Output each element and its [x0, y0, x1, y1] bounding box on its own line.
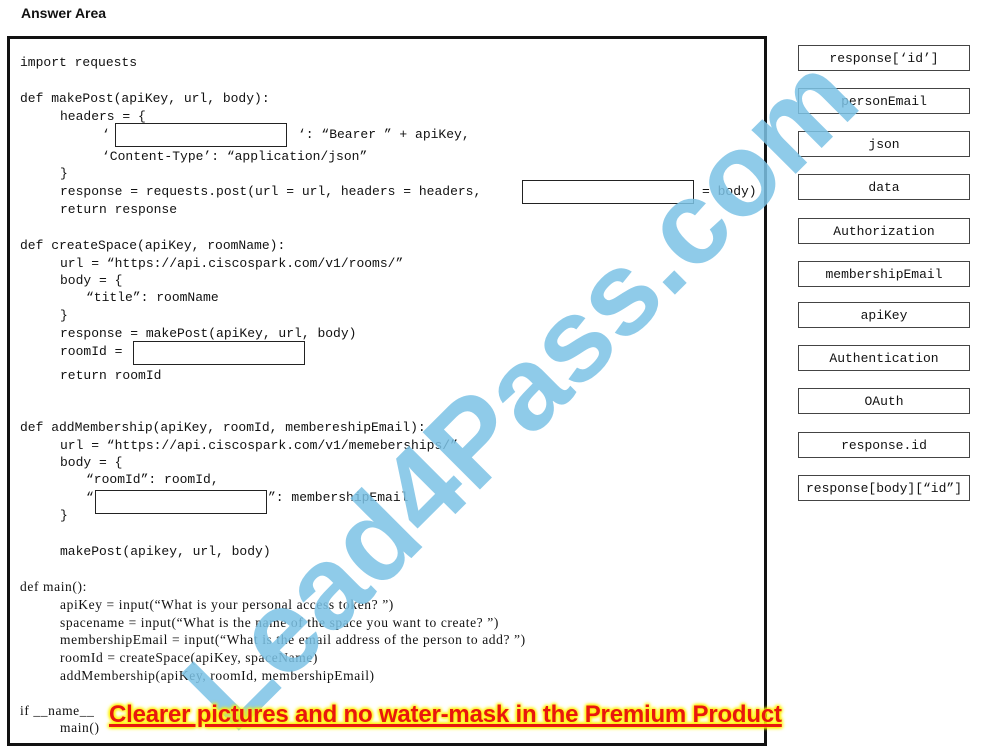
code-line: membershipEmail = input(“What is the ema… — [60, 632, 526, 647]
code-line: def createSpace(apiKey, roomName): — [20, 238, 286, 253]
code-line: ‘Content-Type’: “application/json” — [102, 149, 368, 164]
code-line: return roomId — [60, 368, 162, 383]
token-json[interactable]: json — [798, 131, 970, 157]
code-line: makePost(apikey, url, body) — [60, 544, 271, 559]
code-line: response = requests.post(url = url, head… — [60, 184, 482, 199]
code-line: return response — [60, 202, 178, 217]
code-line: def addMembership(apiKey, roomId, member… — [20, 420, 426, 435]
code-line: “ — [86, 490, 94, 505]
code-line: } — [60, 308, 68, 323]
code-line: roomId = — [60, 344, 123, 359]
code-line: body = { — [60, 455, 123, 470]
code-line: = body) — [702, 184, 757, 199]
promo-banner: Clearer pictures and no water-mask in th… — [109, 701, 782, 728]
token-api-key[interactable]: apiKey — [798, 302, 970, 328]
code-line: def makePost(apiKey, url, body): — [20, 91, 270, 106]
token-authentication[interactable]: Authentication — [798, 345, 970, 371]
code-line: def main(): — [20, 579, 87, 594]
code-line: main() — [60, 720, 100, 735]
code-line: } — [60, 508, 68, 523]
header-key-drop-slot[interactable] — [115, 123, 287, 147]
code-line: addMembership(apiKey, roomId, membership… — [60, 668, 375, 683]
code-line: url = “https://api.ciscospark.com/v1/roo… — [60, 256, 404, 271]
answer-area-title: Answer Area — [21, 5, 107, 21]
code-line: spacename = input(“What is the name of t… — [60, 615, 499, 630]
code-line: “roomId”: roomId, — [86, 472, 219, 487]
token-oauth[interactable]: OAuth — [798, 388, 970, 414]
token-person-email[interactable]: personEmail — [798, 88, 970, 114]
token-authorization[interactable]: Authorization — [798, 218, 970, 244]
code-line: url = “https://api.ciscospark.com/v1/mem… — [60, 438, 458, 453]
token-response-body-id[interactable]: response[body][“id”] — [798, 475, 970, 501]
code-line: roomId = createSpace(apiKey, spaceName) — [60, 650, 319, 665]
code-line: ”: membershipEmail — [268, 490, 409, 505]
code-line: import requests — [20, 55, 138, 70]
post-body-param-drop-slot[interactable] — [522, 180, 694, 204]
code-line: response = makePost(apiKey, url, body) — [60, 326, 357, 341]
code-line: body = { — [60, 273, 123, 288]
code-line: apiKey = input(“What is your personal ac… — [60, 597, 394, 612]
code-line: ‘ — [102, 127, 110, 142]
code-line: } — [60, 166, 68, 181]
room-id-drop-slot[interactable] — [133, 341, 305, 365]
token-response-dot-id[interactable]: response.id — [798, 432, 970, 458]
code-line: if __name__ — [20, 703, 95, 718]
token-data[interactable]: data — [798, 174, 970, 200]
code-line: ‘: “Bearer ” + apiKey, — [298, 127, 470, 142]
code-line: “title”: roomName — [86, 290, 219, 305]
token-membership-email[interactable]: membershipEmail — [798, 261, 970, 287]
token-response-bracket-id[interactable]: response[‘id’] — [798, 45, 970, 71]
membership-key-drop-slot[interactable] — [95, 490, 267, 514]
